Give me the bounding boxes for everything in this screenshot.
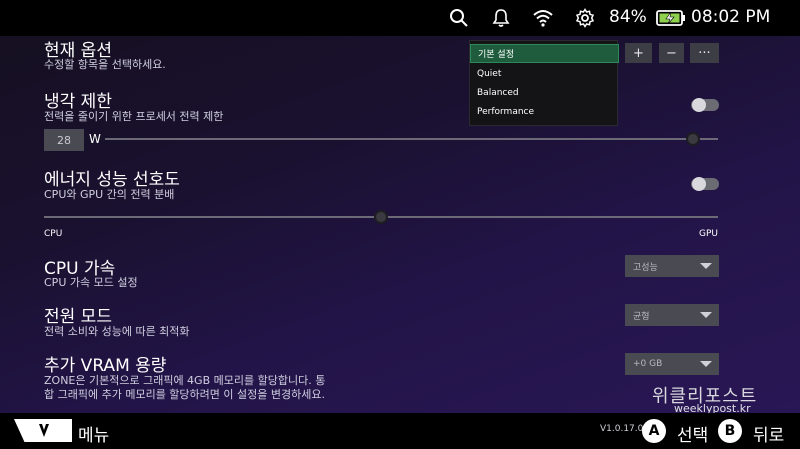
cooling-limit-slider-track[interactable]	[105, 138, 718, 140]
battery-percentage: 84%	[609, 7, 647, 27]
settings-screen: 84% 08:02 PM 현재 옵션 수정할 항목을 선택하세요. + − ··…	[0, 0, 800, 449]
menu-label: 메뉴	[78, 426, 110, 446]
select-label: 선택	[677, 426, 709, 446]
a-button-icon[interactable]: A	[642, 419, 666, 443]
dropdown-option[interactable]: Quiet	[470, 64, 619, 83]
energy-cpu-label: CPU	[44, 229, 63, 239]
add-profile-button[interactable]: +	[625, 43, 652, 63]
cooling-limit-toggle[interactable]	[691, 98, 719, 112]
vram-select[interactable]: +0 GB	[625, 353, 719, 375]
more-options-button[interactable]: ···	[690, 43, 719, 63]
dropdown-option[interactable]: Performance	[470, 102, 619, 121]
profile-dropdown[interactable]: 기본 설정 Quiet Balanced Performance	[469, 40, 619, 126]
version-text: V1.0.17.0	[600, 424, 644, 434]
dropdown-option[interactable]: Balanced	[470, 83, 619, 102]
vram-subtitle-line2: 합 그래픽에 추가 메모리를 할당하려면 이 설정을 변경하세요.	[44, 388, 325, 401]
bell-icon[interactable]	[491, 8, 511, 28]
energy-slider-knob[interactable]	[374, 210, 388, 224]
toggle-knob	[692, 98, 706, 112]
b-button-icon[interactable]: B	[718, 419, 742, 443]
energy-preference-toggle[interactable]	[691, 177, 719, 191]
energy-gpu-label: GPU	[699, 229, 718, 239]
chevron-down-icon	[700, 263, 712, 269]
chevron-down-icon	[700, 312, 712, 318]
power-mode-subtitle: 전력 소비와 성능에 따른 최적화	[44, 325, 190, 338]
brand-logo-icon	[39, 424, 49, 437]
wifi-icon[interactable]	[533, 8, 553, 28]
cooling-limit-unit: W	[89, 132, 101, 146]
cpu-boost-value: 고성능	[633, 262, 658, 273]
back-label: 뒤로	[753, 426, 785, 446]
remove-profile-button[interactable]: −	[659, 43, 684, 63]
vram-value: +0 GB	[633, 359, 663, 369]
gear-icon[interactable]	[575, 8, 595, 28]
search-icon[interactable]	[449, 8, 469, 28]
menu-button[interactable]	[14, 419, 72, 442]
energy-preference-subtitle: CPU와 GPU 간의 전력 분배	[44, 188, 175, 201]
cpu-boost-select[interactable]: 고성능	[625, 255, 719, 277]
status-bar: 84% 08:02 PM	[0, 0, 800, 36]
battery-charging-icon	[656, 8, 686, 28]
cooling-limit-value[interactable]: 28	[44, 129, 84, 151]
cooling-limit-subtitle: 전력을 줄이기 위한 프로세서 전력 제한	[44, 110, 224, 123]
power-mode-value: 균형	[633, 311, 650, 322]
cooling-limit-slider-knob[interactable]	[686, 132, 701, 146]
power-mode-select[interactable]: 균형	[625, 304, 719, 326]
cpu-boost-subtitle: CPU 가속 모드 설정	[44, 276, 138, 289]
chevron-down-icon	[700, 361, 712, 367]
profile-subtitle: 수정할 항목을 선택하세요.	[44, 58, 166, 71]
bottom-bar: 메뉴 V1.0.17.0 A 선택 B 뒤로	[0, 413, 800, 449]
clock: 08:02 PM	[691, 7, 771, 27]
toggle-knob	[692, 177, 706, 191]
dropdown-option[interactable]: 기본 설정	[470, 44, 619, 63]
